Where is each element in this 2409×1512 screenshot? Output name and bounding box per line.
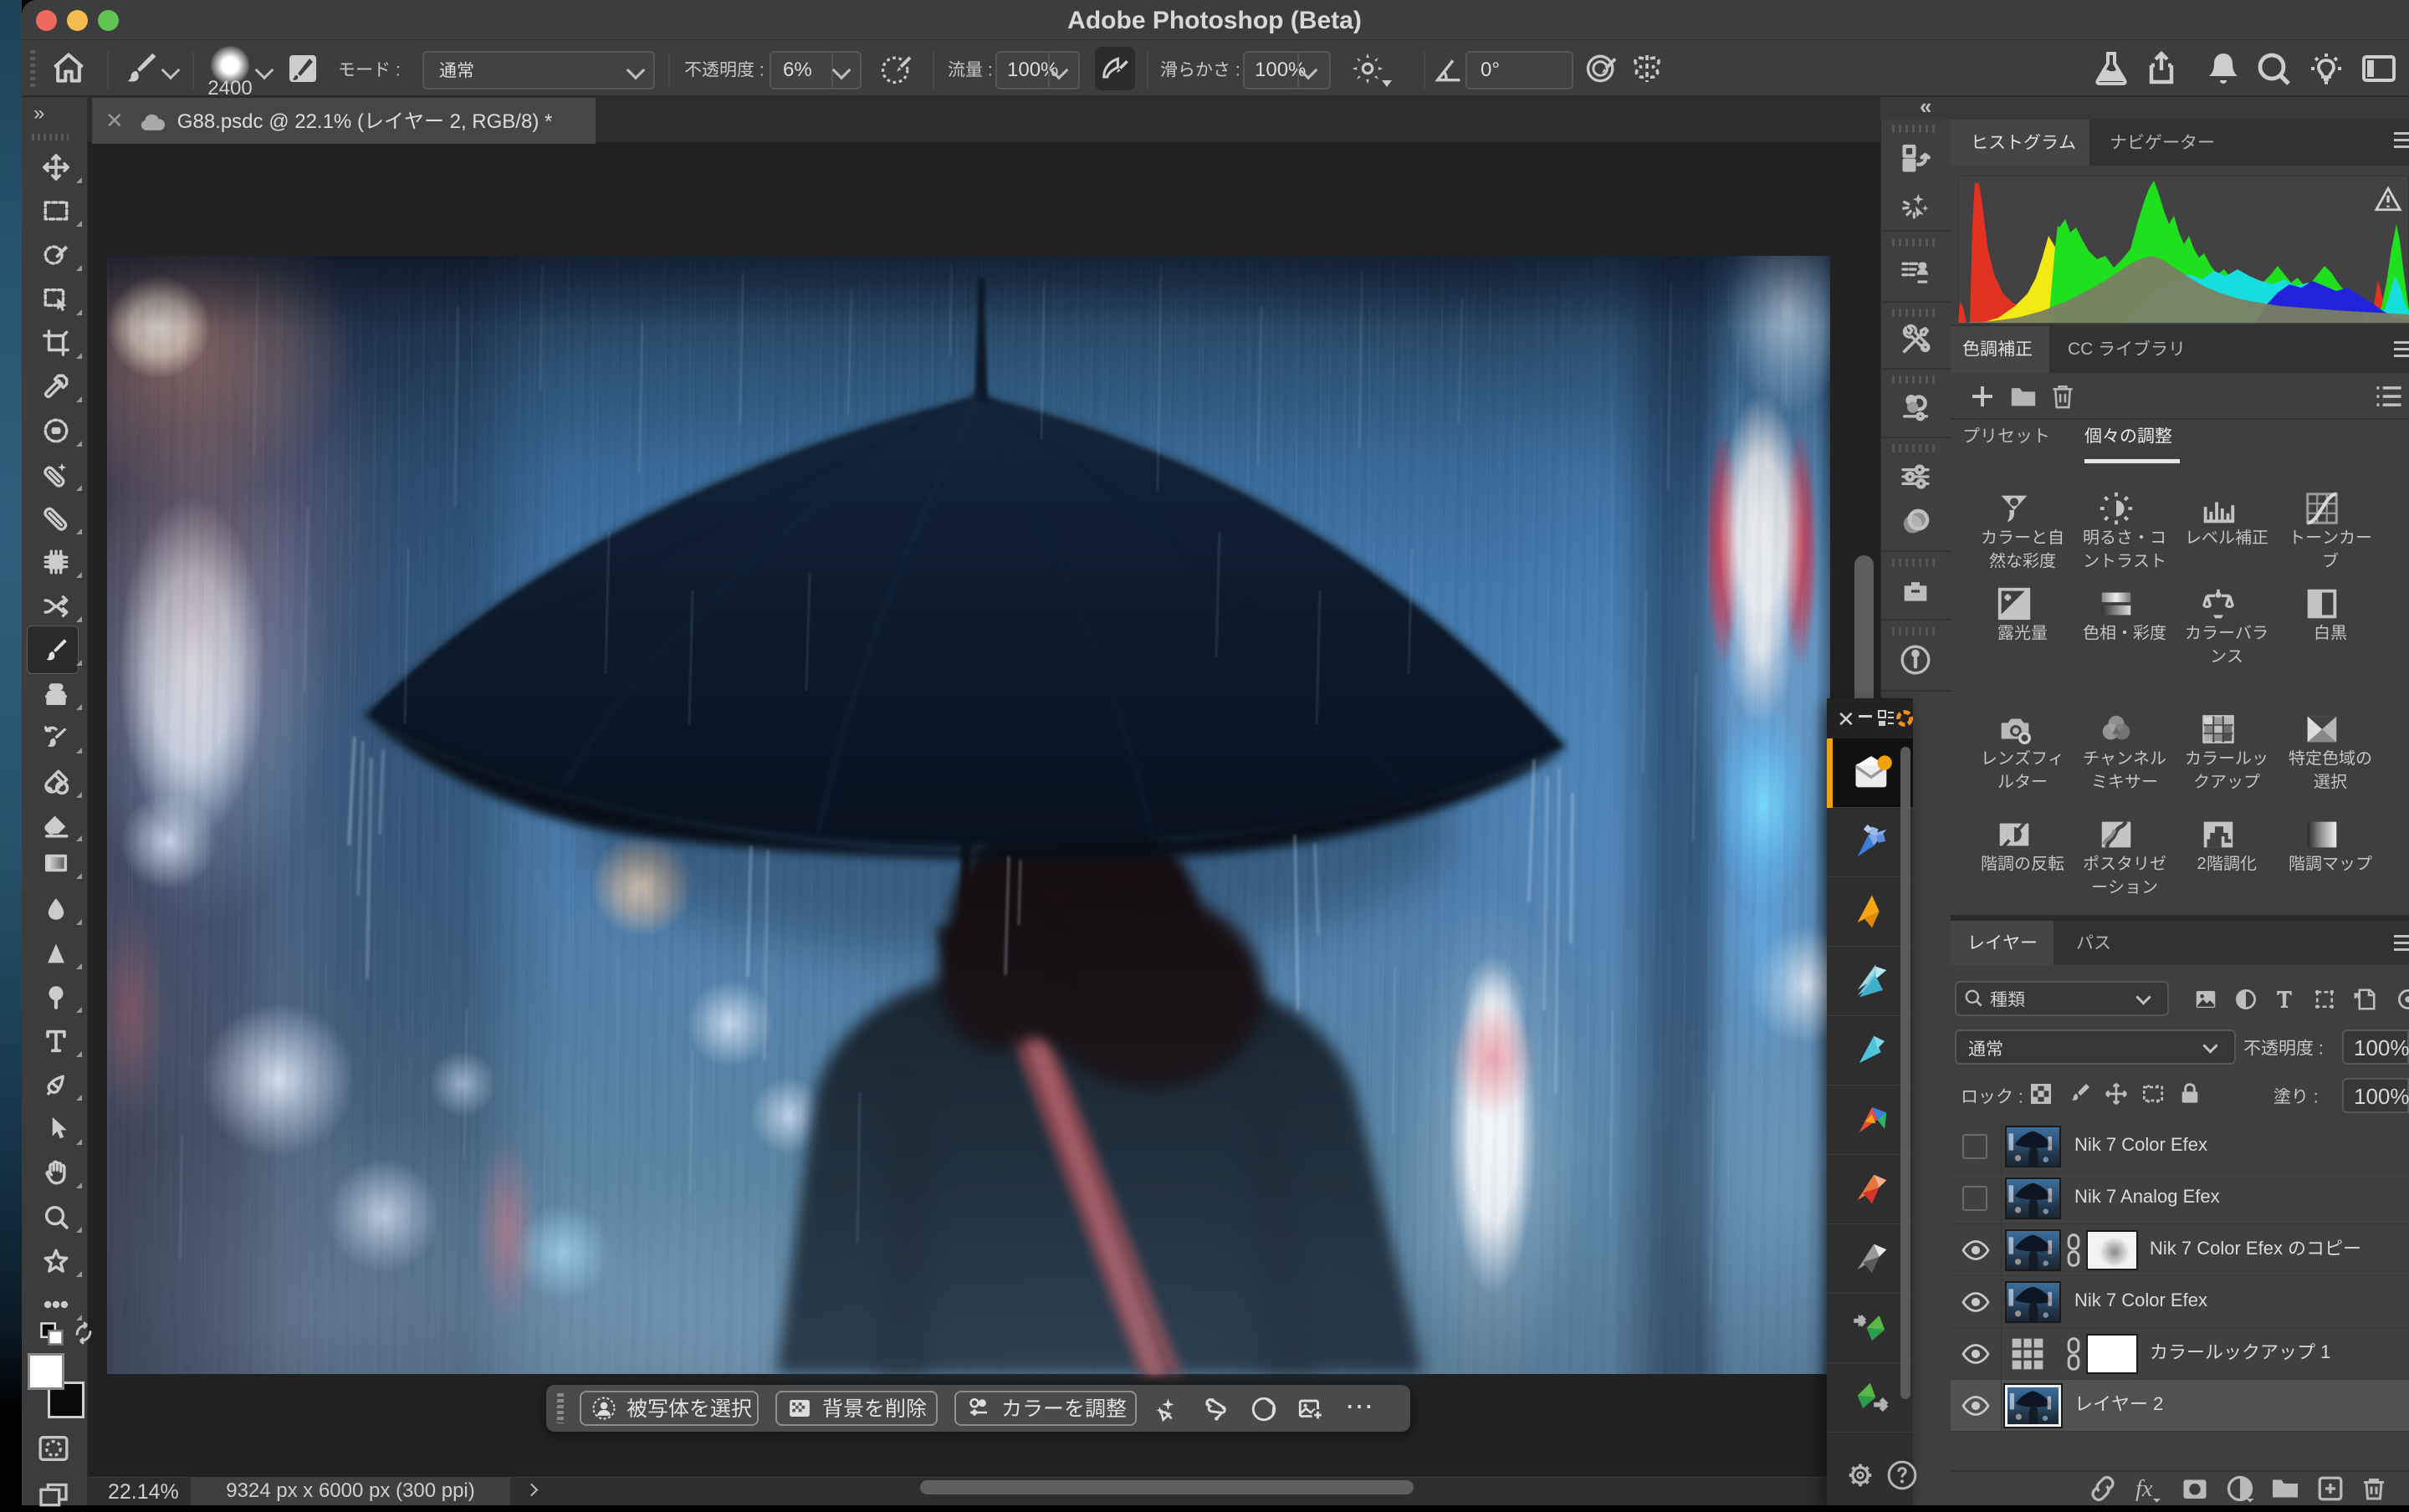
svg-text:fx: fx <box>2135 1476 2153 1502</box>
